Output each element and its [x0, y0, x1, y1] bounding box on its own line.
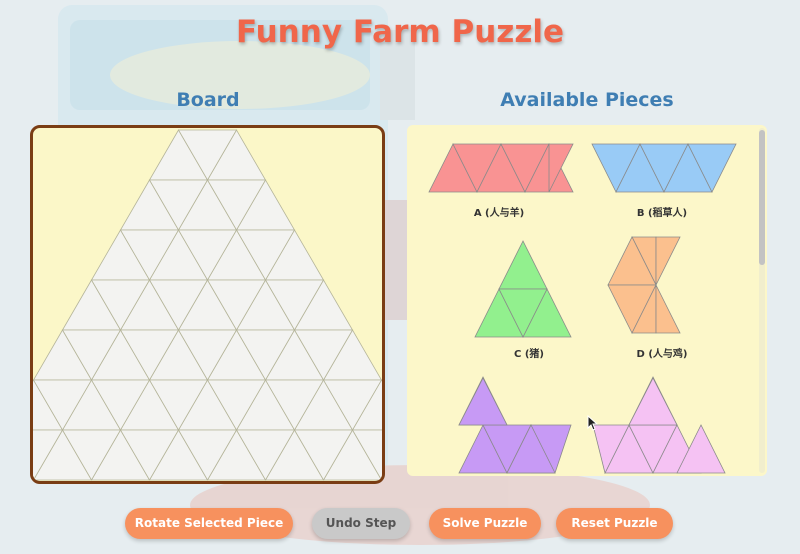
app-title: Funny Farm Puzzle — [235, 14, 565, 50]
piece-c-triangle[interactable] — [498, 240, 548, 290]
piece-e-triangle[interactable] — [458, 377, 508, 426]
solve-puzzle-button[interactable]: Solve Puzzle — [429, 508, 541, 539]
pieces-heading: Available Pieces — [500, 89, 674, 111]
piece-label-a: A (人与羊) — [473, 208, 525, 219]
puzzle-board[interactable] — [30, 125, 385, 484]
piece-d-triangle[interactable] — [655, 284, 681, 334]
piece-label-c: C (猪) — [514, 349, 544, 360]
undo-step-button[interactable]: Undo Step — [312, 508, 410, 539]
piece-f-triangle[interactable] — [628, 377, 678, 426]
scrollbar-thumb[interactable] — [759, 130, 765, 265]
pieces-scrollbar[interactable] — [759, 128, 765, 473]
reset-puzzle-button[interactable]: Reset Puzzle — [556, 508, 673, 539]
piece-label-d: D (人与鸡) — [636, 349, 688, 360]
piece-d-triangle[interactable] — [655, 236, 681, 286]
mouse-cursor-icon — [587, 415, 599, 431]
board-heading: Board — [176, 89, 240, 111]
rotate-piece-button[interactable]: Rotate Selected Piece — [125, 508, 293, 539]
board-grid[interactable] — [33, 128, 382, 481]
piece-label-b: B (稻草人) — [636, 208, 688, 219]
